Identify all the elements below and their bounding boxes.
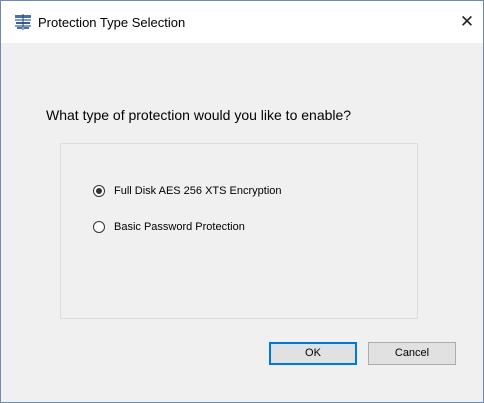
basic-password-label[interactable]: Basic Password Protection [114, 221, 245, 233]
title-bar[interactable]: Protection Type Selection ✕ [1, 1, 483, 43]
option-full-disk-encryption[interactable]: Full Disk AES 256 XTS Encryption [93, 183, 282, 199]
basic-password-radio[interactable] [93, 221, 105, 233]
close-icon[interactable]: ✕ [456, 11, 478, 33]
option-basic-password[interactable]: Basic Password Protection [93, 219, 245, 235]
full-disk-encryption-label[interactable]: Full Disk AES 256 XTS Encryption [114, 185, 282, 197]
protection-type-dialog: Protection Type Selection ✕ What type of… [0, 0, 484, 403]
disk-encryption-app-icon [14, 14, 32, 30]
cancel-button[interactable]: Cancel [368, 342, 456, 365]
full-disk-encryption-radio[interactable] [93, 185, 105, 197]
ok-button[interactable]: OK [269, 342, 357, 365]
window-title: Protection Type Selection [38, 15, 186, 30]
protection-question: What type of protection would you like t… [46, 107, 352, 123]
